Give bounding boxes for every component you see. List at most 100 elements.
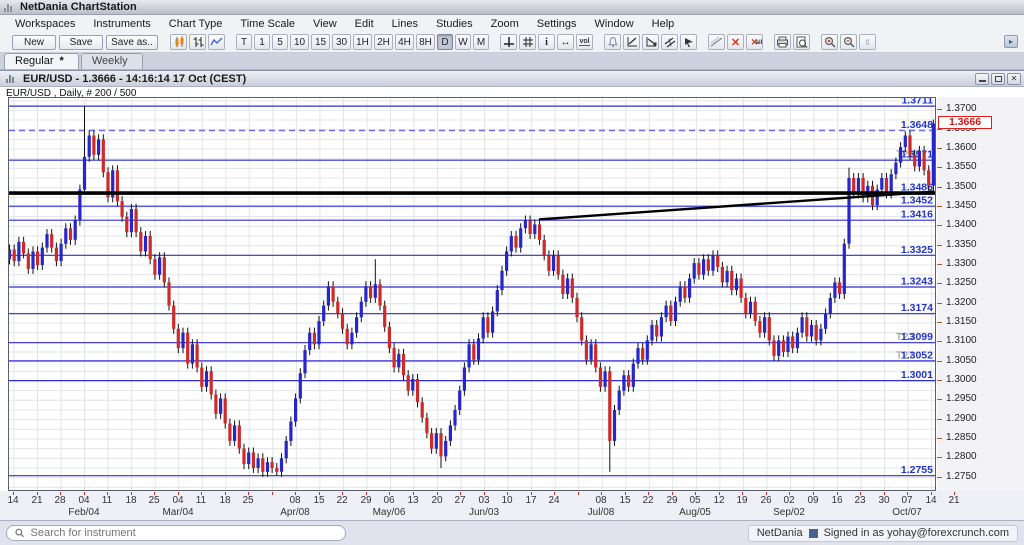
price-tick-label: 1.2750: [946, 471, 977, 482]
delete-x-icon[interactable]: ✕: [727, 34, 744, 50]
minimize-button[interactable]: [975, 72, 989, 85]
date-tick-mark: [272, 492, 273, 495]
menu-item-workspaces[interactable]: Workspaces: [6, 17, 84, 31]
search-input[interactable]: [30, 527, 337, 539]
date-tick-label: 19: [736, 495, 748, 506]
price-tick-mark: [937, 380, 942, 381]
tab-regular[interactable]: Regular *: [4, 53, 79, 69]
zoom-reset-icon[interactable]: ⇕: [859, 34, 876, 50]
menu-item-instruments[interactable]: Instruments: [84, 17, 159, 31]
price-tick-mark: [937, 419, 942, 420]
menu-item-lines[interactable]: Lines: [383, 17, 427, 31]
date-tick-label: 29: [360, 495, 372, 506]
menu-item-studies[interactable]: Studies: [427, 17, 482, 31]
date-tick-label: 23: [854, 495, 866, 506]
menu-item-zoom[interactable]: Zoom: [482, 17, 528, 31]
timeframe-8h-button[interactable]: 8H: [416, 34, 435, 50]
timeframe-1-button[interactable]: 1: [254, 34, 270, 50]
price-tick-label: 1.3700: [946, 103, 977, 114]
menu-item-chart-type[interactable]: Chart Type: [160, 17, 232, 31]
level-label-1.3243: 1.3243: [901, 276, 933, 288]
price-tick-mark: [937, 245, 942, 246]
date-tick-mark: [578, 492, 579, 495]
level-label-1.2755: 1.2755: [901, 464, 933, 476]
timeframe-10-button[interactable]: 10: [290, 34, 309, 50]
date-tick-label: 27: [454, 495, 466, 506]
menu-item-window[interactable]: Window: [586, 17, 643, 31]
price-tick-label: 1.3050: [946, 355, 977, 366]
close-button[interactable]: ✕: [1007, 72, 1021, 85]
timeframe-w-button[interactable]: W: [455, 34, 471, 50]
save-as-button[interactable]: Save as..: [106, 34, 158, 50]
price-tick-label: 1.2900: [946, 413, 977, 424]
volume-icon[interactable]: vol: [576, 34, 593, 50]
chart-window-title: EUR/USD - 1.3666 - 14:16:14 17 Oct (CEST…: [23, 72, 247, 85]
chart-window: EUR/USD - 1.3666 - 14:16:14 17 Oct (CEST…: [0, 70, 1024, 521]
date-tick-label: 08: [595, 495, 607, 506]
trendline-tool-icon[interactable]: [623, 34, 640, 50]
date-tick-label: 28: [54, 495, 66, 506]
price-tick-mark: [937, 129, 942, 130]
timeframe-t-button[interactable]: T: [236, 34, 252, 50]
level-label-1.3325: 1.3325: [901, 244, 933, 256]
gray-line-icon[interactable]: [708, 34, 725, 50]
date-tick-label: 21: [31, 495, 43, 506]
new-button[interactable]: New: [12, 34, 56, 50]
alarm-bell-icon[interactable]: [604, 34, 621, 50]
line-chart-icon[interactable]: [208, 34, 225, 50]
chart-window-title-bar[interactable]: EUR/USD - 1.3666 - 14:16:14 17 Oct (CEST…: [0, 71, 1024, 87]
trendline-angle-icon[interactable]: [642, 34, 659, 50]
candlestick-chart-icon[interactable]: [170, 34, 187, 50]
horizontal-scroll-icon[interactable]: ↔: [557, 34, 574, 50]
timeframe-15-button[interactable]: 15: [311, 34, 330, 50]
month-label: Jun/03: [468, 507, 500, 518]
timeframe-5-button[interactable]: 5: [272, 34, 288, 50]
info-icon[interactable]: i: [538, 34, 555, 50]
price-axis[interactable]: 1.37001.36501.36001.35501.35001.34501.34…: [937, 97, 1024, 491]
panel-toggle-icon[interactable]: ▸: [1004, 35, 1018, 48]
price-tick-mark: [937, 341, 942, 342]
ohlc-bar-chart-icon[interactable]: [189, 34, 206, 50]
date-tick-label: 29: [666, 495, 678, 506]
timeframe-m-button[interactable]: M: [473, 34, 489, 50]
zoom-out-icon[interactable]: [840, 34, 857, 50]
date-tick-label: 25: [148, 495, 160, 506]
print-preview-icon[interactable]: [793, 34, 810, 50]
signin-status: NetDania Signed in as yohay@forexcrunch.…: [747, 524, 1018, 542]
timeframe-4h-button[interactable]: 4H: [395, 34, 414, 50]
zoom-in-icon[interactable]: [821, 34, 838, 50]
grid-icon[interactable]: [519, 34, 536, 50]
date-tick-label: 07: [901, 495, 913, 506]
delete-all-icon[interactable]: ✕ all: [746, 34, 763, 50]
time-axis[interactable]: 14 21 28 04 11 18 25 04 11 18 25 08 15 22 29 06 13 20 27 03…: [0, 491, 1024, 521]
menu-item-time-scale[interactable]: Time Scale: [231, 17, 304, 31]
chart-plot-area[interactable]: 1.3711 1.3648 T28 1.3571 1.3486 1.3452 1.3416 1…: [8, 97, 936, 491]
channel-tool-icon[interactable]: [661, 34, 678, 50]
price-tick-mark: [937, 457, 942, 458]
menu-item-help[interactable]: Help: [643, 17, 684, 31]
instrument-search-box[interactable]: [6, 525, 346, 541]
date-tick-label: 06: [383, 495, 395, 506]
save-button[interactable]: Save: [59, 34, 103, 50]
price-tick-mark: [937, 361, 942, 362]
restore-button[interactable]: [991, 72, 1005, 85]
timeframe-30-button[interactable]: 30: [332, 34, 351, 50]
month-label: Aug/05: [679, 507, 711, 518]
timeframe-d-button[interactable]: D: [437, 34, 453, 50]
tab-weekly[interactable]: Weekly: [80, 53, 143, 69]
price-tick-mark: [937, 109, 942, 110]
date-tick-label: 04: [172, 495, 184, 506]
price-tick-mark: [937, 283, 942, 284]
menu-item-edit[interactable]: Edit: [346, 17, 383, 31]
date-tick-label: 09: [807, 495, 819, 506]
date-tick-label: 20: [431, 495, 443, 506]
menu-item-view[interactable]: View: [304, 17, 346, 31]
menu-item-settings[interactable]: Settings: [528, 17, 586, 31]
crosshair-icon[interactable]: [500, 34, 517, 50]
timeframe-1h-button[interactable]: 1H: [353, 34, 372, 50]
printer-icon[interactable]: [774, 34, 791, 50]
candlesticks: [9, 106, 935, 477]
arrow-flag-icon[interactable]: [680, 34, 697, 50]
date-tick-label: 12: [713, 495, 725, 506]
timeframe-2h-button[interactable]: 2H: [374, 34, 393, 50]
